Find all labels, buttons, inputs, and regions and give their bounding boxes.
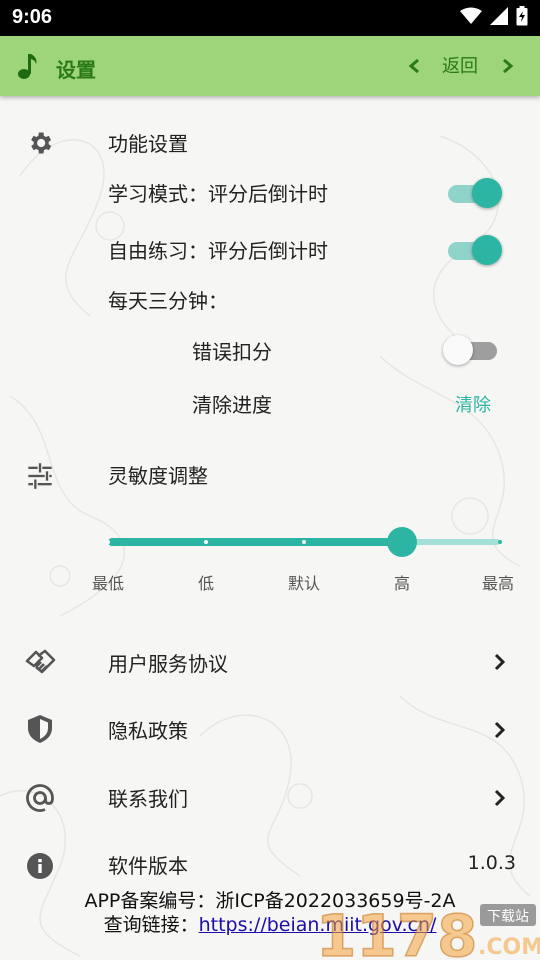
site-watermark-logo: 1178 下载站 .COM: [315, 901, 540, 960]
slider-thumb[interactable]: [387, 527, 417, 557]
version-value: 1.0.3: [467, 852, 516, 874]
app-header: 设置 返回: [0, 36, 540, 96]
privacy-policy-label[interactable]: 隐私政策: [108, 715, 188, 744]
slider-tick: [302, 540, 306, 544]
watermark-badge: 下载站: [487, 909, 529, 925]
toggle-knob: [443, 335, 473, 365]
music-note-icon: [18, 54, 37, 79]
chevron-left-icon[interactable]: [404, 52, 424, 80]
sensitivity-level-label: 默认: [287, 574, 321, 593]
toggle-knob: [472, 178, 502, 208]
page-title: 设置: [56, 58, 96, 82]
chevron-right-icon[interactable]: [492, 719, 508, 741]
sensitivity-level-label: 低: [197, 574, 215, 593]
back-button[interactable]: 返回: [442, 52, 478, 78]
status-time: 9:06: [12, 6, 53, 28]
watermark-suffix: .COM: [478, 935, 540, 960]
battery-icon: [516, 6, 528, 26]
sensitivity-level-label: 高: [393, 574, 411, 593]
study-mode-toggle[interactable]: [446, 178, 502, 208]
signal-icon: [490, 7, 508, 25]
query-link-prefix: 查询链接：: [103, 914, 199, 936]
shield-icon: [28, 715, 52, 743]
clear-progress-button[interactable]: 清除: [455, 391, 491, 417]
clear-progress-label: 清除进度: [192, 393, 272, 417]
sensitivity-heading: 灵敏度调整: [108, 464, 208, 488]
free-practice-label: 自由练习：评分后倒计时: [108, 239, 328, 263]
slider-track-active: [108, 538, 402, 546]
info-icon: [27, 853, 53, 879]
slider-tick: [204, 540, 208, 544]
status-bar: 9:06: [0, 0, 540, 36]
chevron-right-icon[interactable]: [492, 787, 508, 809]
sliders-icon: [28, 463, 52, 489]
status-icons: [460, 6, 528, 26]
chevron-right-icon[interactable]: [492, 651, 508, 673]
slider-tick: [498, 540, 502, 544]
slider-tick: [106, 540, 110, 544]
sensitivity-level-label: 最低: [91, 574, 125, 593]
contact-us-label[interactable]: 联系我们: [108, 783, 188, 812]
error-deduct-label: 错误扣分: [192, 340, 272, 364]
function-settings-heading: 功能设置: [108, 132, 188, 156]
watermark-text: 1178: [316, 902, 477, 960]
at-icon: [26, 784, 54, 812]
chevron-right-icon[interactable]: [498, 52, 518, 80]
toggle-knob: [472, 235, 502, 265]
handshake-icon: [25, 649, 56, 674]
software-version-label: 软件版本: [108, 854, 188, 878]
sensitivity-slider[interactable]: [106, 527, 502, 557]
error-deduct-toggle[interactable]: [443, 335, 499, 365]
daily-three-minutes-label: 每天三分钟：: [108, 289, 228, 313]
free-practice-toggle[interactable]: [446, 235, 502, 265]
study-mode-label: 学习模式：评分后倒计时: [108, 182, 328, 206]
sensitivity-level-label: 最高: [481, 574, 515, 593]
background-pattern: [0, 135, 531, 957]
wifi-icon: [460, 7, 482, 24]
user-agreement-label[interactable]: 用户服务协议: [108, 648, 228, 677]
gear-icon: [31, 132, 52, 154]
